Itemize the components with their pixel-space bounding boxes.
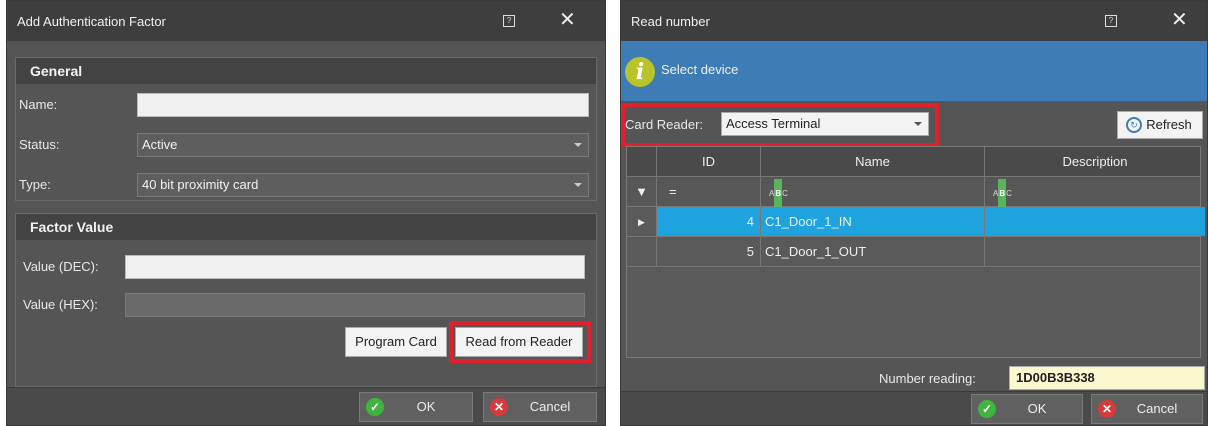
program-card-button[interactable]: Program Card [345, 327, 447, 357]
filter-row: ▼ = ABC ABC [627, 177, 1200, 209]
help-icon[interactable]: ? [503, 15, 515, 27]
status-label: Status: [19, 137, 60, 152]
row-indicator-cell [627, 237, 657, 266]
grid-header: ID Name Description [627, 147, 1200, 177]
text-filter-icon: ABC [769, 179, 788, 209]
type-label: Type: [19, 177, 51, 192]
text-filter-icon: ABC [993, 179, 1012, 209]
info-icon: i [625, 57, 655, 87]
group-header: Factor Value [16, 214, 596, 240]
row-description [985, 207, 1205, 236]
ok-button[interactable]: ✓ OK [971, 394, 1083, 424]
refresh-icon: ↻ [1126, 117, 1142, 133]
status-select[interactable]: Active [137, 133, 589, 157]
filter-id[interactable]: = [657, 177, 761, 206]
chevron-down-icon [574, 143, 582, 147]
cancel-label: Cancel [529, 399, 571, 414]
info-bar: i Select device [621, 41, 1207, 101]
row-name: C1_Door_1_OUT [761, 237, 985, 266]
number-reading-label: Number reading: [879, 371, 976, 386]
value-hex-field [125, 293, 585, 317]
name-label: Name: [19, 97, 58, 112]
filter-icon[interactable]: ▼ [627, 177, 657, 206]
highlight-box [621, 103, 939, 147]
number-reading-field[interactable]: 1D00B3B338 [1009, 366, 1205, 390]
value-dec-label: Value (DEC): [23, 259, 99, 274]
refresh-label: Refresh [1146, 117, 1192, 132]
help-icon[interactable]: ? [1105, 15, 1117, 27]
value-dec-field[interactable] [125, 255, 585, 279]
read-number-dialog: Read number ? ✕ i Select device Card Rea… [620, 0, 1208, 426]
ok-label: OK [1027, 401, 1047, 416]
filter-name[interactable]: ABC [761, 177, 985, 209]
dialog-footer: ✓ OK ✕ Cancel [621, 391, 1207, 425]
ok-label: OK [416, 399, 436, 414]
dialog-title: Add Authentication Factor [17, 13, 166, 29]
dialog-titlebar: Add Authentication Factor ? ✕ [7, 1, 605, 41]
value-hex-label: Value (HEX): [23, 297, 98, 312]
info-text: Select device [661, 62, 739, 77]
table-row[interactable]: 5 C1_Door_1_OUT [627, 237, 1200, 267]
close-icon[interactable]: ✕ [559, 10, 576, 30]
column-header-name[interactable]: Name [761, 147, 985, 176]
status-value: Active [142, 137, 178, 152]
highlight-box [449, 321, 591, 363]
type-select[interactable]: 40 bit proximity card [137, 173, 589, 197]
column-header-description[interactable]: Description [985, 147, 1205, 176]
type-value: 40 bit proximity card [142, 177, 259, 192]
header-indicator-cell [627, 147, 657, 176]
dialog-titlebar: Read number ? ✕ [621, 1, 1207, 41]
close-icon[interactable]: ✕ [1171, 10, 1188, 30]
name-field[interactable] [137, 93, 589, 117]
row-id: 5 [657, 237, 761, 266]
device-grid: ID Name Description ▼ = ABC ABC ▶ 4 C1_D… [626, 146, 1205, 358]
chevron-down-icon [574, 183, 582, 187]
group-header: General [16, 58, 596, 84]
add-authentication-factor-dialog: Add Authentication Factor ? ✕ General Na… [6, 0, 606, 426]
row-indicator-icon: ▶ [627, 207, 657, 236]
cancel-button[interactable]: ✕ Cancel [483, 392, 597, 422]
ok-button[interactable]: ✓ OK [359, 392, 473, 422]
row-description [985, 237, 1205, 266]
cancel-button[interactable]: ✕ Cancel [1091, 394, 1203, 424]
filter-description[interactable]: ABC [985, 177, 1205, 209]
row-id: 4 [657, 207, 761, 236]
dialog-footer: ✓ OK ✕ Cancel [7, 387, 605, 425]
dialog-title: Read number [631, 13, 710, 29]
cancel-label: Cancel [1136, 401, 1178, 416]
row-name: C1_Door_1_IN [761, 207, 985, 236]
refresh-button[interactable]: ↻ Refresh [1117, 111, 1203, 139]
column-header-id[interactable]: ID [657, 147, 761, 176]
table-row[interactable]: ▶ 4 C1_Door_1_IN [627, 207, 1205, 237]
